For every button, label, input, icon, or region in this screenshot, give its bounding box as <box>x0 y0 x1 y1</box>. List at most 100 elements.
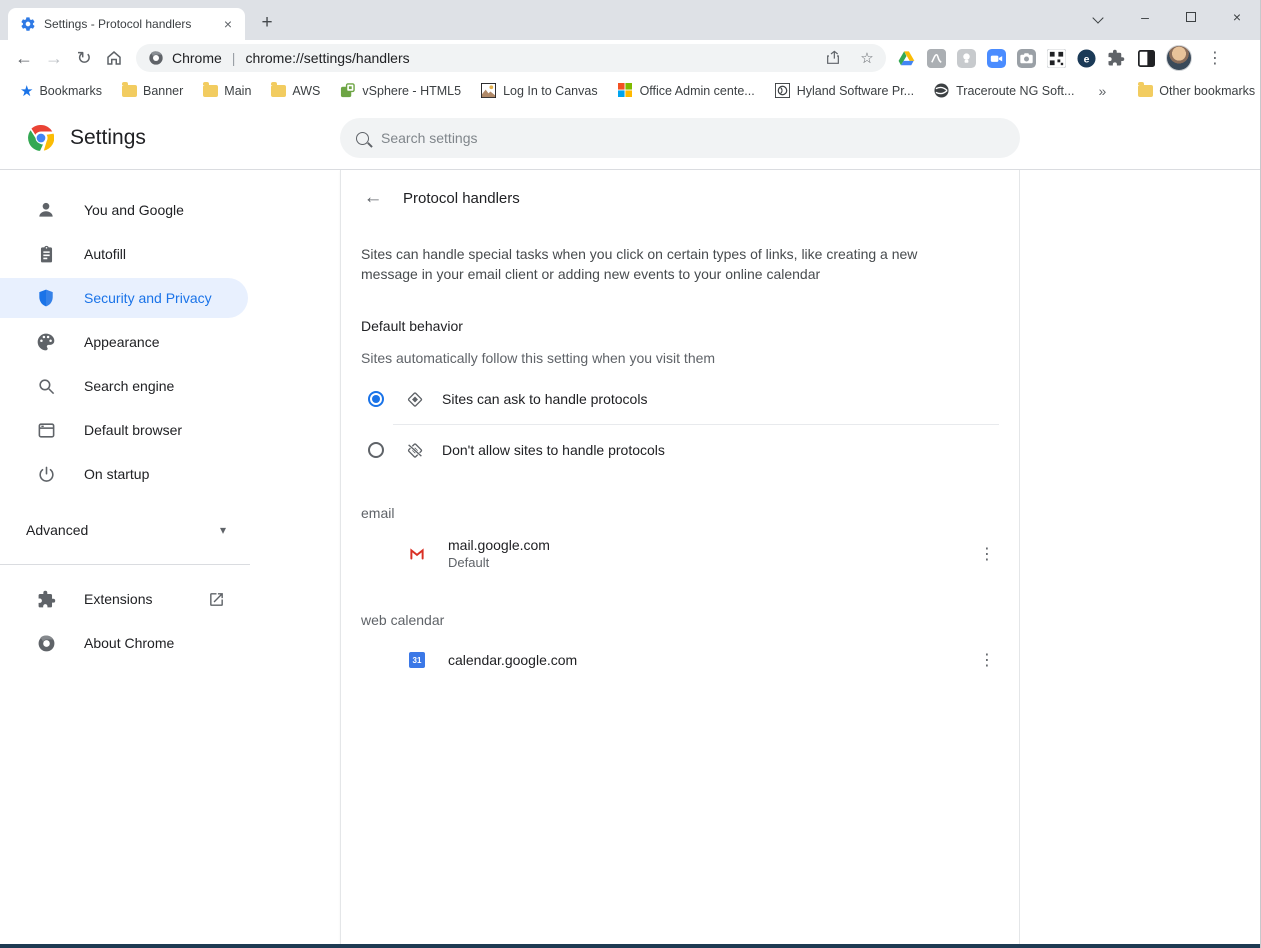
minimize-button[interactable]: – <box>1122 0 1168 34</box>
sidebar-item-on-startup[interactable]: On startup <box>0 454 248 494</box>
tab-close-icon[interactable]: × <box>219 15 237 33</box>
power-icon <box>36 464 56 484</box>
radio-button[interactable] <box>368 391 384 407</box>
titlebar: Settings - Protocol handlers × + – × <box>0 0 1260 40</box>
radio-option-label: Sites can ask to handle protocols <box>442 391 648 407</box>
maximize-button[interactable] <box>1168 0 1214 34</box>
page-description: Sites can handle special tasks when you … <box>361 246 918 282</box>
disabled-extension-icon[interactable] <box>956 48 976 68</box>
new-tab-button[interactable]: + <box>253 9 281 37</box>
protocol-handler-icon <box>406 390 424 408</box>
chevron-down-icon: ▾ <box>219 523 226 537</box>
chrome-site-icon <box>148 50 164 66</box>
sidebar-item-appearance[interactable]: Appearance <box>0 322 248 362</box>
more-actions-icon[interactable]: ⋮ <box>971 644 1003 676</box>
bookmark-item-traceroute[interactable]: Traceroute NG Soft... <box>926 80 1082 102</box>
page-title: Protocol handlers <box>403 189 520 207</box>
bookmark-label: Traceroute NG Soft... <box>956 84 1075 98</box>
browser-tab[interactable]: Settings - Protocol handlers × <box>8 8 245 40</box>
microsoft-icon <box>617 83 634 99</box>
back-arrow-button[interactable]: ← <box>355 180 391 216</box>
puzzle-icon[interactable] <box>1106 48 1126 68</box>
autofill-icon <box>36 244 56 264</box>
refresh-icon[interactable]: ↻ <box>70 44 98 72</box>
back-icon[interactable]: ← <box>10 44 38 72</box>
bookmark-item-bookmarks[interactable]: ★ Bookmarks <box>12 81 110 102</box>
bookmark-item-vsphere[interactable]: vSphere - HTML5 <box>332 80 469 102</box>
browser-menu-icon[interactable]: ⋮ <box>1202 45 1228 71</box>
folder-icon <box>271 82 287 97</box>
url-site-name: Chrome <box>172 50 222 66</box>
handler-site: calendar.google.com <box>448 652 578 668</box>
camera-icon[interactable] <box>1016 48 1036 68</box>
bookmark-folder-main[interactable]: Main <box>195 81 259 101</box>
window-bottom-edge <box>0 944 1260 948</box>
address-bar[interactable]: Chrome | chrome://settings/handlers ☆ <box>136 44 886 72</box>
settings-search[interactable] <box>340 118 1020 158</box>
browser-window: Settings - Protocol handlers × + – × ← →… <box>0 0 1261 948</box>
calendar-icon: 31 <box>408 651 426 669</box>
chrome-logo-icon <box>28 124 54 151</box>
qr-scanner-icon[interactable] <box>1046 48 1066 68</box>
handler-row-mail: mail.google.com Default ⋮ <box>341 525 1019 582</box>
calendar-icon-text: 31 <box>409 652 425 668</box>
external-link-icon <box>206 589 226 609</box>
sidebar-item-security-and-privacy[interactable]: Security and Privacy <box>0 278 248 318</box>
svg-text:e: e <box>1083 54 1089 65</box>
other-bookmarks-button[interactable]: Other bookmarks <box>1130 81 1261 101</box>
radio-option-0[interactable]: Sites can ask to handle protocols <box>341 374 1019 424</box>
acrobat-icon[interactable] <box>926 48 946 68</box>
radio-button[interactable] <box>368 442 384 458</box>
forward-icon[interactable]: → <box>40 44 68 72</box>
bookmark-item-office-admin[interactable]: Office Admin cente... <box>610 80 763 102</box>
bookmark-label: Office Admin cente... <box>639 84 755 98</box>
search-icon <box>36 376 56 396</box>
sidebar-item-label: Extensions <box>84 591 153 607</box>
default-behavior-heading: Default behavior <box>361 318 463 334</box>
bookmark-folder-banner[interactable]: Banner <box>114 81 191 101</box>
search-icon <box>356 131 369 145</box>
radio-option-1[interactable]: Don't allow sites to handle protocols <box>341 425 1019 475</box>
home-icon[interactable] <box>100 44 128 72</box>
folder-icon <box>121 82 137 97</box>
folder-icon <box>1138 82 1154 97</box>
sidebar-item-label: On startup <box>84 466 150 482</box>
sidebar-item-label: Autofill <box>84 246 127 262</box>
sidebar-item-extensions[interactable]: Extensions <box>0 579 248 619</box>
profile-avatar[interactable] <box>1166 45 1192 71</box>
settings-search-input[interactable] <box>381 130 1004 146</box>
e-badge-icon[interactable]: e <box>1076 48 1096 68</box>
canvas-icon <box>481 83 497 99</box>
gmail-icon <box>408 545 426 563</box>
url-separator: | <box>231 50 236 66</box>
close-window-button[interactable]: × <box>1214 0 1260 34</box>
sidebar-item-default-browser[interactable]: Default browser <box>0 410 248 450</box>
zoom-icon[interactable] <box>986 48 1006 68</box>
handler-row-calendar: 31 calendar.google.com ⋮ <box>341 632 1019 688</box>
bookmark-label: Bookmarks <box>39 84 102 98</box>
sidebar-advanced-toggle[interactable]: Advanced ▾ <box>0 510 248 550</box>
share-icon[interactable] <box>820 45 846 71</box>
bookmark-folder-aws[interactable]: AWS <box>263 81 328 101</box>
hyland-icon <box>774 83 791 99</box>
sidebar-item-autofill[interactable]: Autofill <box>0 234 248 274</box>
bookmark-label: Banner <box>142 84 184 98</box>
window-controls: – × <box>1076 0 1260 34</box>
sidebar-item-about-chrome[interactable]: About Chrome <box>0 623 248 663</box>
sidebar-item-label: Search engine <box>84 378 175 394</box>
sidebar-item-label: Default browser <box>84 422 183 438</box>
reader-panel-icon[interactable] <box>1136 48 1156 68</box>
bookmark-item-hyland[interactable]: Hyland Software Pr... <box>767 80 922 102</box>
handler-site: mail.google.com <box>448 537 550 553</box>
handler-note: Default <box>448 555 490 570</box>
bookmark-label: Hyland Software Pr... <box>796 84 915 98</box>
sidebar-item-search-engine[interactable]: Search engine <box>0 366 248 406</box>
bookmarks-overflow-icon[interactable]: » <box>1090 83 1114 99</box>
person-icon <box>36 200 56 220</box>
drive-icon[interactable] <box>896 48 916 68</box>
bookmark-star-icon[interactable]: ☆ <box>854 45 880 71</box>
tab-search-chevron-icon[interactable] <box>1076 0 1122 34</box>
sidebar-item-you-and-google[interactable]: You and Google <box>0 190 248 230</box>
more-actions-icon[interactable]: ⋮ <box>971 538 1003 570</box>
bookmark-item-canvas[interactable]: Log In to Canvas <box>473 80 606 102</box>
